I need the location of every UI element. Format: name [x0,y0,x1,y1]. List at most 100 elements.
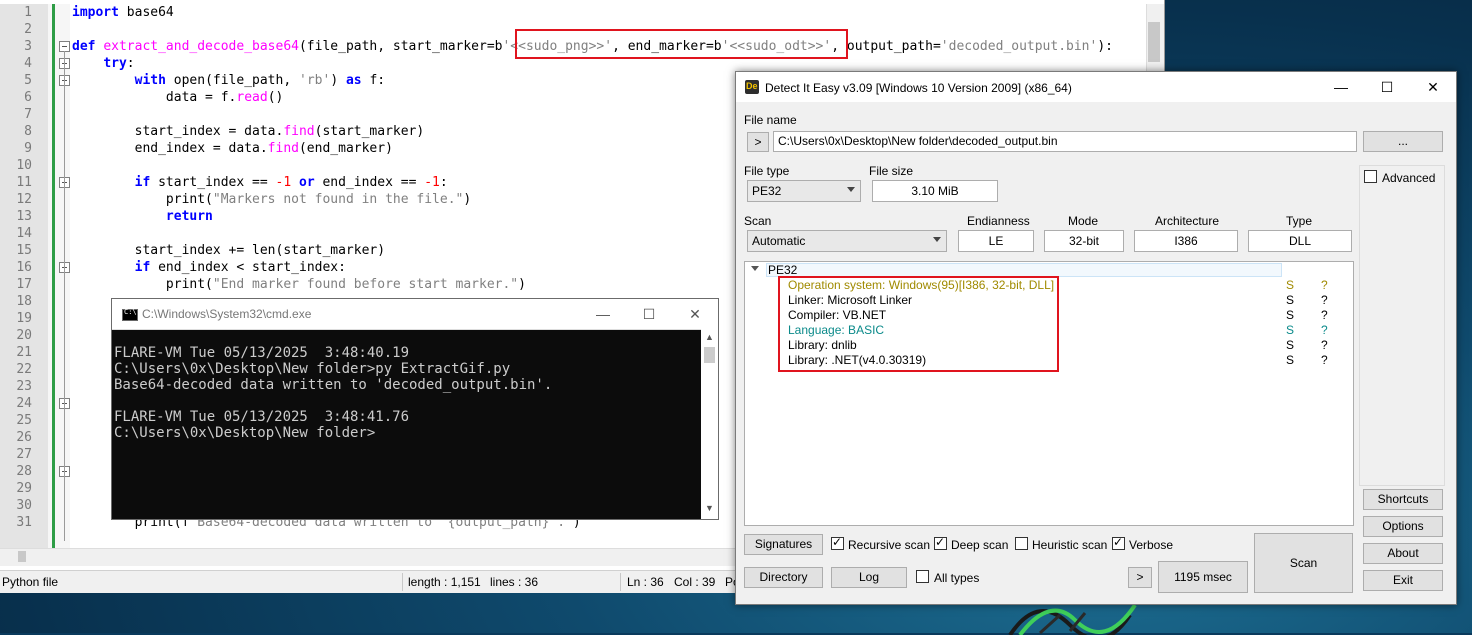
verbose-checkbox[interactable] [1112,535,1125,550]
die-title: Detect It Easy v3.09 [Windows 10 Version… [765,81,1072,95]
cmd-output-line [114,393,552,409]
line-number: 13 [16,209,32,224]
type-label: Type [1286,214,1313,228]
exit-button[interactable]: Exit [1363,570,1443,591]
result-info-flag[interactable]: ? [1321,308,1328,322]
cmd-titlebar[interactable]: C:\Windows\System32\cmd.exe — ☐ ✕ [112,299,718,330]
file-size-label: File size [869,164,914,178]
line-number: 23 [16,379,32,394]
line-number: 4 [24,56,32,71]
line-number: 1 [24,5,32,20]
scan-button[interactable]: Scan [1254,533,1353,593]
code-line-6[interactable]: data = f.read() [72,89,283,106]
mode-field: 32-bit [1044,230,1124,252]
all-types-checkbox[interactable] [916,570,929,583]
code-line-13[interactable]: return [72,208,213,225]
result-info-flag[interactable]: ? [1321,338,1328,352]
file-name-label: File name [744,113,797,127]
line-number: 24 [16,396,32,411]
scroll-down-icon[interactable]: ▼ [705,503,714,513]
line-number: 30 [16,498,32,513]
maximize-button[interactable]: ☐ [1364,72,1410,102]
file-type-value: PE32 [752,184,782,198]
maximize-button[interactable]: ☐ [626,299,672,329]
line-number: 26 [16,430,32,445]
line-number: 9 [24,141,32,156]
code-line-17[interactable]: print("End marker found before start mar… [72,276,526,293]
line-number: 21 [16,345,32,360]
advanced-checkbox[interactable] [1364,170,1377,183]
result-info-flag[interactable]: ? [1321,293,1328,307]
minimize-button[interactable]: — [580,299,626,329]
file-path-field[interactable]: C:\Users\0x\Desktop\New folder\decoded_o… [773,131,1357,152]
code-line-5[interactable]: with open(file_path, 'rb') as f: [72,72,385,89]
signatures-button[interactable]: Signatures [744,534,823,555]
code-line-4[interactable]: try: [72,55,134,72]
minimize-button[interactable]: — [1318,72,1364,102]
line-number: 25 [16,413,32,428]
code-line-15[interactable]: start_index += len(start_marker) [72,242,385,259]
cmd-output-line: FLARE-VM Tue 05/13/2025 3:48:41.76 [114,409,410,425]
result-info-flag[interactable]: ? [1321,323,1328,337]
cmd-output-line: FLARE-VM Tue 05/13/2025 3:48:40.19 [114,345,410,361]
deep-scan-checkbox[interactable] [934,535,947,550]
line-number: 20 [16,328,32,343]
code-line-16[interactable]: if end_index < start_index: [72,259,346,276]
close-button[interactable]: ✕ [1410,72,1456,102]
cmd-prompt-line: C:\Users\0x\Desktop\New folder> [114,425,376,441]
result-info-flag[interactable]: ? [1321,353,1328,367]
code-line-11[interactable]: if start_index == -1 or end_index == -1: [72,174,448,191]
next-button[interactable]: > [1128,567,1152,588]
architecture-label: Architecture [1155,214,1220,228]
result-signature-flag: S [1286,278,1295,292]
tree-root-highlight [766,263,1282,277]
options-button[interactable]: Options [1363,516,1443,537]
code-line-12[interactable]: print("Markers not found in the file.") [72,191,471,208]
heuristic-scan-checkbox[interactable] [1015,537,1028,550]
close-button[interactable]: ✕ [672,299,718,329]
line-number: 28 [16,464,32,479]
architecture-field: I386 [1134,230,1238,252]
line-number: 2 [24,22,32,37]
expand-arrow-icon[interactable] [751,266,759,271]
scan-time-display: 1195 msec [1158,561,1248,593]
cmd-output[interactable]: FLARE-VM Tue 05/13/2025 3:48:40.19 C:\Us… [114,345,552,441]
status-line-number: Ln : 36 [627,575,664,589]
line-number: 8 [24,124,32,139]
tree-root-pe32[interactable]: PE32 [768,263,797,277]
code-line-9[interactable]: end_index = data.find(end_marker) [72,140,393,157]
die-logo-icon [745,80,759,94]
file-history-button[interactable]: > [747,132,769,152]
scan-label: Scan [744,214,772,228]
cmd-scroll-thumb[interactable] [704,347,715,363]
scroll-up-icon[interactable]: ▲ [705,332,714,342]
result-info-flag[interactable]: ? [1321,278,1328,292]
browse-button[interactable]: ... [1363,131,1443,152]
scan-mode-select[interactable]: Automatic [747,230,947,252]
line-number: 12 [16,192,32,207]
file-type-select[interactable]: PE32 [747,180,861,202]
line-number: 5 [24,73,32,88]
file-size-field: 3.10 MiB [872,180,998,202]
status-separator [620,573,621,591]
line-number: 29 [16,481,32,496]
right-button-panel [1359,165,1445,486]
directory-button[interactable]: Directory [744,567,823,588]
heuristic-scan-label: Heuristic scan [1032,538,1108,552]
log-button[interactable]: Log [831,567,907,588]
recursive-scan-checkbox[interactable] [831,535,844,550]
result-signature-flag: S [1286,338,1295,352]
type-field: DLL [1248,230,1352,252]
code-line-1[interactable]: import base64 [72,4,174,21]
verbose-label: Verbose [1129,538,1174,552]
die-titlebar[interactable]: Detect It Easy v3.09 [Windows 10 Version… [736,72,1456,102]
editor-scroll-thumb[interactable] [1148,22,1160,62]
about-button[interactable]: About [1363,543,1443,564]
editor-hscroll-thumb[interactable] [18,551,26,562]
shortcuts-button[interactable]: Shortcuts [1363,489,1443,510]
line-number: 3 [24,39,32,54]
code-line-8[interactable]: start_index = data.find(start_marker) [72,123,425,140]
change-history-bar [52,4,55,548]
cmd-output-line: C:\Users\0x\Desktop\New folder>py Extrac… [114,361,511,377]
marker-highlight-box [515,29,848,59]
